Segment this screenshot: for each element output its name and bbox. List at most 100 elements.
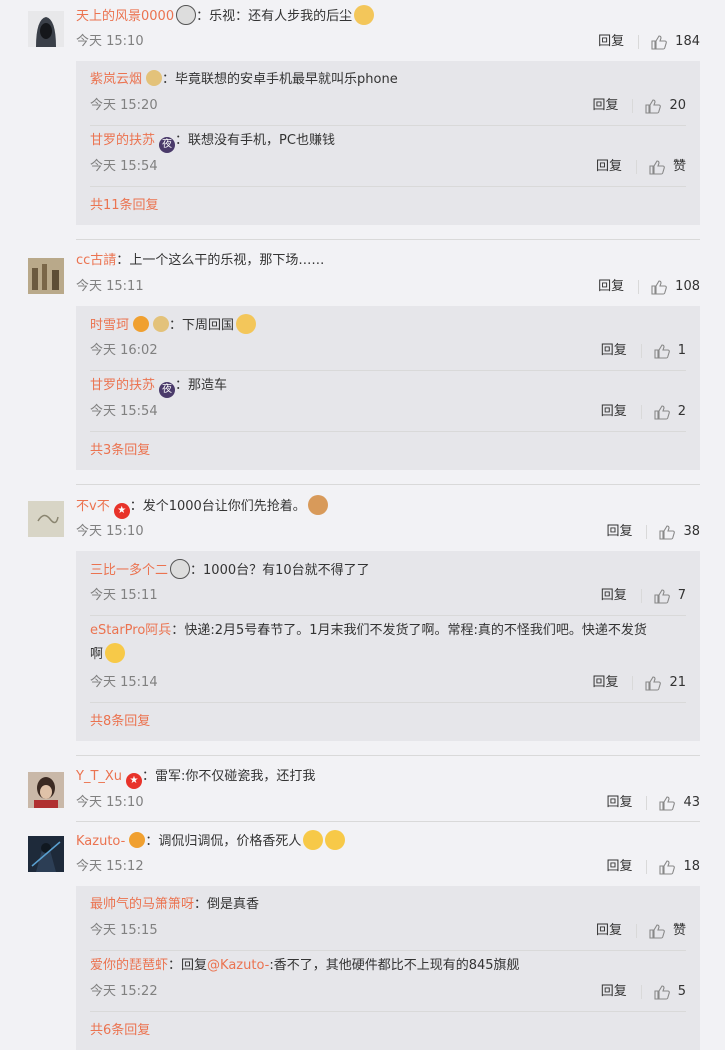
like-button[interactable]: 108 — [638, 279, 700, 295]
like-button[interactable]: 21 — [632, 675, 686, 691]
reply-item: eStarPro阿兵：快递:2月5号春节了。1月末我们不发货了啊。常程:真的不怪… — [90, 616, 686, 703]
reply-button[interactable]: 回复 — [596, 156, 622, 178]
thumbs-up-icon — [654, 343, 670, 359]
comment-meta: 今天 15:10 回复 184 — [76, 31, 700, 53]
view-more-replies-link[interactable]: 共6条回复 — [90, 1012, 686, 1050]
reply-item: 紫岚云烟 ：毕竟联想的安卓手机最早就叫乐phone 今天 15:20 回复 20 — [90, 65, 686, 126]
timestamp: 今天 15:14 — [90, 675, 158, 690]
reply-list: 紫岚云烟 ：毕竟联想的安卓手机最早就叫乐phone 今天 15:20 回复 20 … — [76, 61, 700, 225]
panda-emoji-icon — [170, 559, 191, 579]
thumbs-up-icon — [659, 524, 676, 540]
thumbs-up-icon — [654, 404, 670, 420]
like-button[interactable]: 18 — [646, 859, 700, 875]
like-count: 7 — [677, 588, 686, 603]
comment-text: 乐视：还有人步我的后尘 — [209, 9, 353, 24]
panda-emoji-icon — [176, 5, 197, 25]
reply-button[interactable]: 回复 — [592, 672, 618, 694]
thumbs-up-icon — [651, 34, 668, 50]
like-button[interactable]: 5 — [640, 984, 686, 1000]
username[interactable]: 天上的风景0000 — [76, 9, 174, 24]
username[interactable]: 甘罗的扶苏 — [90, 378, 155, 393]
timestamp: 今天 15:10 — [76, 34, 144, 49]
level-badge-icon — [153, 316, 170, 332]
reply-text: 那造车 — [188, 378, 228, 393]
reply-button[interactable]: 回复 — [601, 401, 627, 423]
reply-button[interactable]: 回复 — [601, 585, 627, 607]
avatar[interactable] — [28, 258, 64, 294]
username[interactable]: 三比一多个二 — [90, 563, 168, 578]
reply-button[interactable]: 回复 — [601, 340, 627, 362]
reply-text: 1000台？有10台就不得了了 — [203, 563, 370, 578]
mention-link[interactable]: @Kazuto- — [207, 958, 269, 973]
username[interactable]: cc古請 — [76, 253, 116, 268]
thumbs-up-icon — [645, 675, 662, 691]
username[interactable]: 爱你的琵琶虾 — [90, 958, 168, 973]
username[interactable]: eStarPro阿兵 — [90, 623, 171, 638]
reply-text: 毕竟联想的安卓手机最早就叫乐phone — [175, 72, 398, 87]
username[interactable]: Y_T_Xu — [76, 769, 122, 784]
reply-text: 快递:2月5号春节了。1月末我们不发货了啊。常程:真的不怪我们吧。快递不发货 — [184, 623, 647, 638]
reply-button[interactable]: 回复 — [601, 981, 627, 1003]
reply-button[interactable]: 回复 — [606, 792, 632, 814]
thumbs-up-icon — [654, 984, 670, 1000]
like-button[interactable]: 7 — [640, 588, 686, 604]
like-count: 43 — [683, 795, 700, 810]
like-button[interactable]: 20 — [632, 98, 686, 114]
view-more-replies-link[interactable]: 共8条回复 — [90, 703, 686, 741]
night-badge-icon: 夜 — [159, 382, 176, 398]
avatar[interactable] — [28, 772, 64, 808]
username[interactable]: Kazuto- — [76, 834, 125, 849]
avatar[interactable] — [28, 11, 64, 47]
username[interactable]: 最帅气的马箫箫呀 — [90, 897, 194, 912]
like-button[interactable]: 2 — [640, 404, 686, 420]
thumbs-up-icon — [659, 795, 676, 811]
username[interactable]: 甘罗的扶苏 — [90, 133, 155, 148]
username[interactable]: 不v不 — [76, 499, 110, 514]
reply-button[interactable]: 回复 — [606, 521, 632, 543]
reply-item: 最帅气的马箫箫呀：倒是真香 今天 15:15 回复 赞 — [90, 890, 686, 951]
timestamp: 今天 15:11 — [76, 279, 144, 294]
like-count: 2 — [677, 404, 686, 419]
doge-emoji-icon — [236, 314, 257, 334]
reply-button[interactable]: 回复 — [592, 95, 618, 117]
like-button[interactable]: 1 — [640, 343, 686, 359]
reply-button[interactable]: 回复 — [596, 920, 622, 942]
divider — [76, 821, 700, 822]
thumbs-up-icon — [659, 859, 676, 875]
like-count: 赞 — [672, 159, 686, 174]
comment-line: 天上的风景0000 ：乐视：还有人步我的后尘 — [76, 5, 700, 27]
like-button[interactable]: 赞 — [635, 924, 686, 939]
reply-text: 倒是真香 — [207, 897, 260, 912]
vip-badge-icon — [129, 832, 146, 848]
reply-button[interactable]: 回复 — [598, 31, 624, 53]
comment: 天上的风景0000 ：乐视：还有人步我的后尘 今天 15:10 回复 184 紫岚… — [0, 5, 725, 225]
comment: Y_T_Xu ★ ：雷军:你不仅碰瓷我，还打我 今天 15:10 回复 43 — [0, 766, 725, 814]
like-button[interactable]: 43 — [646, 795, 700, 811]
like-button[interactable]: 184 — [638, 34, 700, 50]
like-button[interactable]: 赞 — [635, 159, 686, 175]
avatar[interactable] — [28, 836, 64, 872]
view-more-replies-link[interactable]: 共3条回复 — [90, 432, 686, 470]
comment-text: 发个1000台让你们先抢着。 — [142, 499, 306, 514]
view-more-replies-link[interactable]: 共11条回复 — [90, 187, 686, 225]
avatar[interactable] — [28, 501, 64, 537]
like-count: 108 — [675, 279, 700, 294]
username[interactable]: 时雪珂 — [90, 318, 129, 333]
smile-emoji-icon — [105, 643, 126, 663]
timestamp: 今天 15:22 — [90, 984, 158, 999]
reply-button[interactable]: 回复 — [598, 276, 624, 298]
like-count: 20 — [669, 98, 686, 113]
reply-button[interactable]: 回复 — [606, 856, 632, 878]
like-count: 38 — [683, 524, 700, 539]
like-count: 184 — [675, 34, 700, 49]
comment: 不v不 ★ ：发个1000台让你们先抢着。 今天 15:10 回复 38 三比一多个… — [0, 495, 725, 741]
reply-text: 联想没有手机，PC也赚钱 — [188, 133, 335, 148]
like-count: 21 — [669, 675, 686, 690]
like-button[interactable]: 38 — [646, 524, 700, 540]
username[interactable]: 紫岚云烟 — [90, 72, 142, 87]
level-badge-icon — [146, 70, 163, 86]
laugh-cry-emoji-icon — [303, 830, 324, 850]
timestamp: 今天 15:20 — [90, 98, 158, 113]
reply-text: 下周回国 — [182, 318, 235, 333]
thumbs-up-icon — [649, 159, 665, 175]
